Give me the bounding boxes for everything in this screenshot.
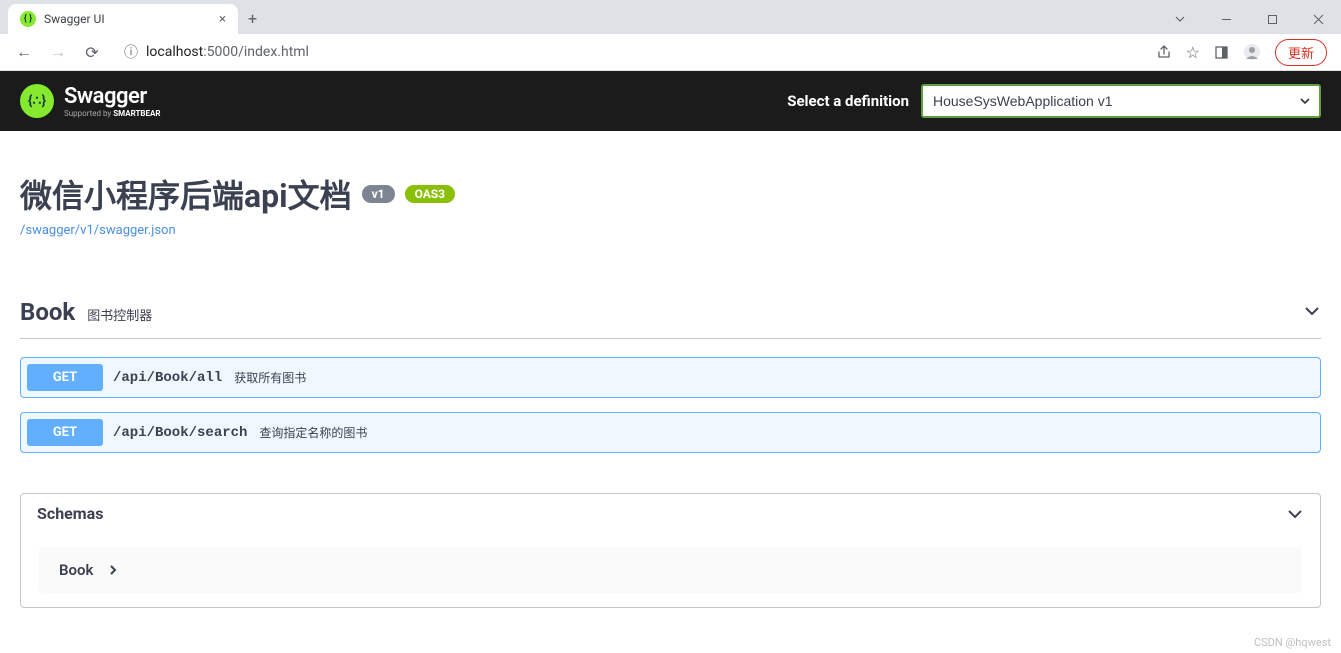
version-badge: v1 — [362, 185, 395, 203]
operation-summary: 获取所有图书 — [234, 369, 306, 386]
back-button[interactable]: ← — [10, 38, 38, 66]
operations-list: GET /api/Book/all 获取所有图书 GET /api/Book/s… — [20, 357, 1321, 453]
address-bar: ← → ⟳ ⓘ localhost:5000/index.html ☆ 更新 — [0, 34, 1341, 70]
reload-button[interactable]: ⟳ — [78, 38, 106, 66]
chevron-down-icon — [1286, 505, 1304, 523]
watermark: CSDN @hqwest — [1254, 636, 1331, 649]
select-definition-label: Select a definition — [787, 92, 909, 110]
method-badge-get: GET — [27, 419, 103, 446]
profile-icon[interactable] — [1243, 43, 1261, 61]
browser-chrome: { } Swagger UI × + ← → ⟳ ⓘ localhost:500… — [0, 0, 1341, 71]
swagger-main: 微信小程序后端api文档 v1 OAS3 /swagger/v1/swagger… — [0, 131, 1341, 628]
operation-block[interactable]: GET /api/Book/all 获取所有图书 — [20, 357, 1321, 398]
api-title: 微信小程序后端api文档 — [20, 171, 352, 217]
swagger-logo[interactable]: {∴} Swagger Supported by SMARTBEAR — [20, 84, 161, 118]
swagger-topbar: {∴} Swagger Supported by SMARTBEAR Selec… — [0, 71, 1341, 131]
forward-button[interactable]: → — [44, 38, 72, 66]
definition-select[interactable]: HouseSysWebApplication v1 — [921, 84, 1321, 118]
spec-link[interactable]: /swagger/v1/swagger.json — [20, 223, 1321, 238]
browser-tab[interactable]: { } Swagger UI × — [8, 4, 238, 34]
share-icon[interactable] — [1156, 44, 1172, 60]
site-info-icon[interactable]: ⓘ — [124, 42, 138, 62]
toolbar-icons: ☆ 更新 — [1156, 39, 1331, 66]
operation-summary: 查询指定名称的图书 — [259, 424, 367, 441]
new-tab-button[interactable]: + — [238, 3, 267, 34]
tag-section: Book 图书控制器 GET /api/Book/all 获取所有图书 GET … — [20, 298, 1321, 453]
operation-path: /api/Book/search — [113, 425, 247, 441]
tag-description: 图书控制器 — [87, 305, 152, 324]
update-button[interactable]: 更新 — [1275, 39, 1327, 66]
schemas-title: Schemas — [37, 504, 103, 523]
swagger-logo-icon: {∴} — [20, 84, 54, 118]
minimize-icon[interactable] — [1203, 4, 1249, 34]
swagger-favicon: { } — [20, 11, 36, 27]
tag-name: Book — [20, 298, 75, 326]
url-field[interactable]: ⓘ localhost:5000/index.html — [112, 38, 1150, 66]
schemas-section: Schemas Book — [20, 493, 1321, 608]
schemas-body: Book — [21, 533, 1320, 607]
operation-path: /api/Book/all — [113, 370, 222, 386]
window-dropdown-icon[interactable] — [1157, 4, 1203, 34]
reading-list-icon[interactable] — [1214, 45, 1229, 60]
api-info: 微信小程序后端api文档 v1 OAS3 — [20, 171, 1321, 217]
oas-badge: OAS3 — [405, 185, 456, 203]
chevron-right-icon — [107, 564, 119, 576]
tab-title: Swagger UI — [44, 12, 105, 26]
schema-item[interactable]: Book — [39, 547, 1302, 593]
swagger-logo-text: Swagger Supported by SMARTBEAR — [64, 84, 161, 118]
maximize-icon[interactable] — [1249, 4, 1295, 34]
schemas-header[interactable]: Schemas — [21, 494, 1320, 533]
window-controls — [1157, 4, 1341, 34]
method-badge-get: GET — [27, 364, 103, 391]
close-window-icon[interactable] — [1295, 4, 1341, 34]
operation-block[interactable]: GET /api/Book/search 查询指定名称的图书 — [20, 412, 1321, 453]
tab-bar: { } Swagger UI × + — [0, 0, 1341, 34]
tag-header[interactable]: Book 图书控制器 — [20, 298, 1321, 339]
chevron-down-icon — [1303, 302, 1321, 320]
schema-name: Book — [59, 561, 93, 579]
close-tab-icon[interactable]: × — [219, 12, 226, 27]
bookmark-icon[interactable]: ☆ — [1186, 43, 1200, 62]
url-text: localhost:5000/index.html — [146, 44, 309, 60]
